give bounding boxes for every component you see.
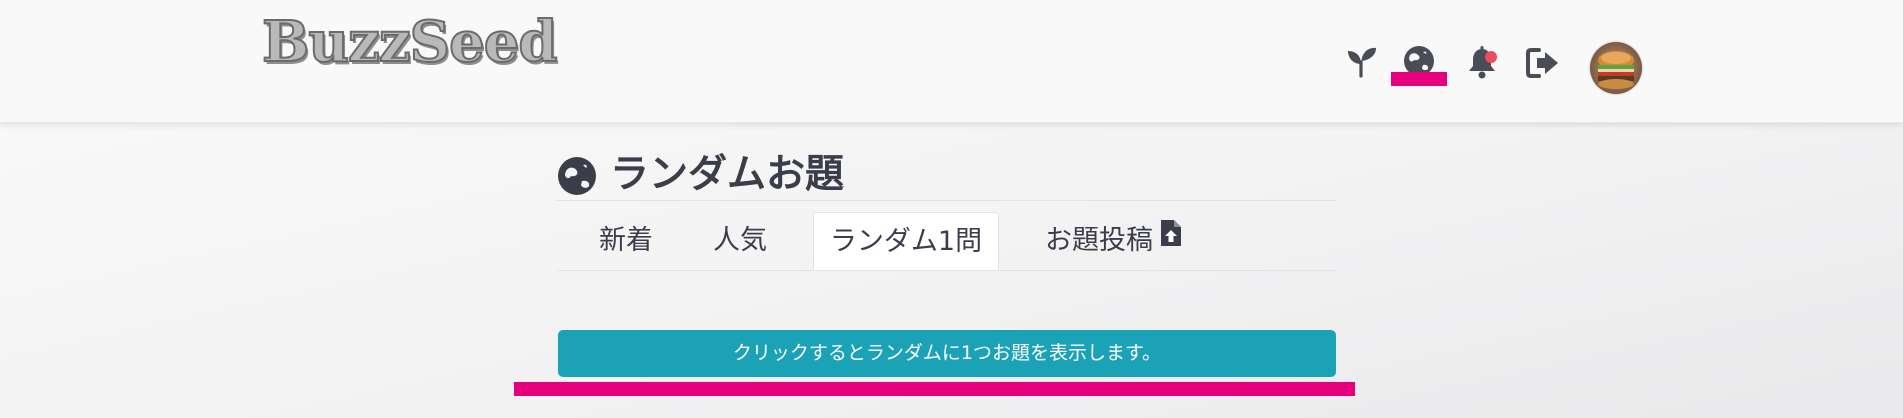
tab-post-topic[interactable]: お題投稿: [1045, 212, 1183, 270]
page-title-row: ランダムお題: [557, 150, 1337, 201]
file-upload-icon: [1159, 211, 1183, 269]
tab-random-one[interactable]: ランダム1問: [813, 212, 999, 270]
site-logo[interactable]: BuzzSeed: [261, 13, 559, 71]
sign-out-icon[interactable]: [1523, 43, 1563, 83]
show-random-topic-button[interactable]: クリックするとランダムに1つお題を表示します。: [558, 330, 1336, 377]
site-header: BuzzSeed: [0, 0, 1903, 123]
button-highlight-underline: [514, 382, 1355, 396]
bell-icon[interactable]: [1462, 43, 1502, 83]
active-nav-indicator: [1391, 72, 1447, 86]
tab-post-topic-label: お題投稿: [1045, 225, 1153, 256]
page-title: ランダムお題: [610, 152, 845, 197]
tab-popular[interactable]: 人気: [713, 212, 767, 270]
avatar[interactable]: [1590, 42, 1642, 94]
sprout-icon[interactable]: [1342, 42, 1382, 82]
tab-new[interactable]: 新着: [599, 212, 653, 270]
globe-icon: [557, 156, 597, 196]
notification-badge: [1485, 51, 1497, 63]
tab-bar: 新着 人気 ランダム1問 お題投稿: [557, 212, 1337, 271]
